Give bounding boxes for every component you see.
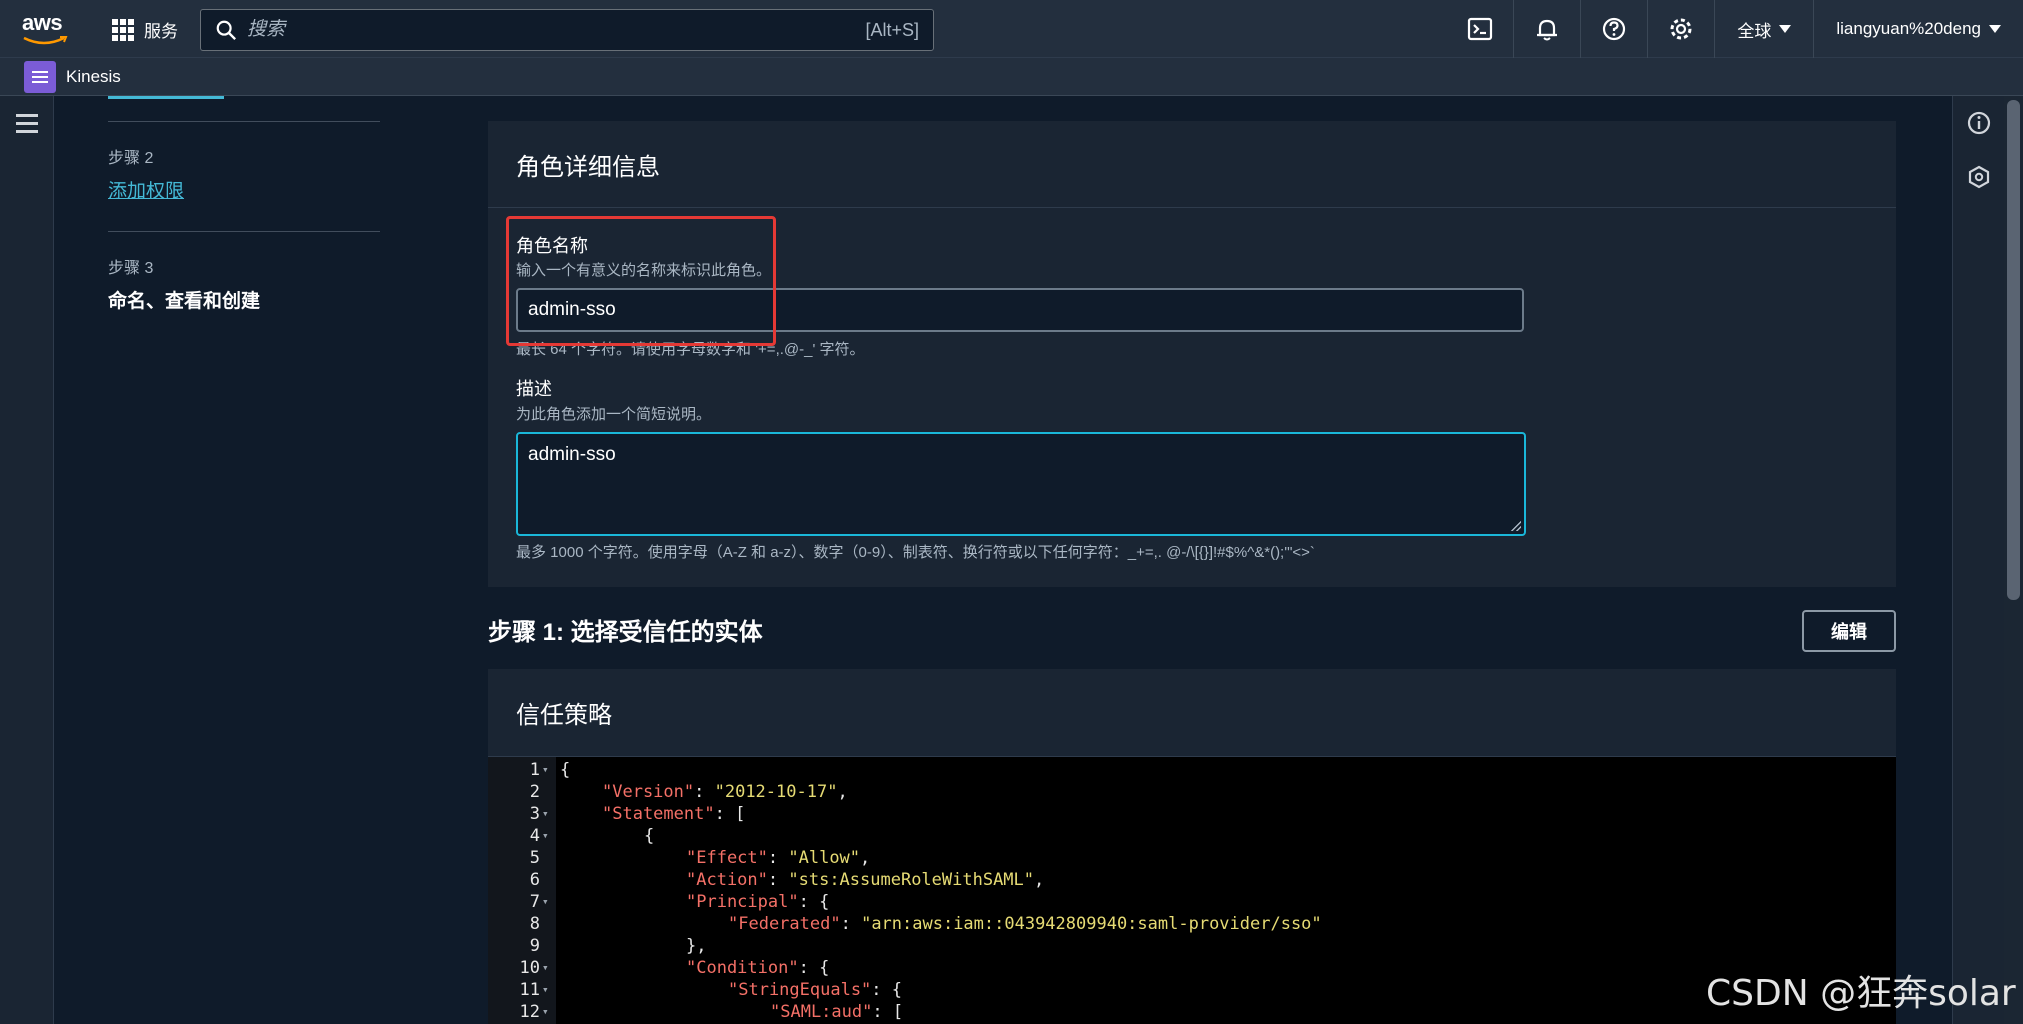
menu-icon[interactable] — [16, 114, 38, 138]
cloudshell-button[interactable] — [1446, 0, 1513, 58]
aws-smile-icon — [23, 36, 68, 45]
fold-toggle-icon[interactable]: ▾ — [542, 803, 549, 825]
region-label: 全球 — [1737, 21, 1772, 41]
bell-icon — [1537, 19, 1558, 41]
search-input[interactable] — [237, 18, 866, 42]
info-icon[interactable] — [1966, 110, 1992, 136]
step2-link[interactable]: 添加权限 — [108, 176, 380, 203]
tools-rail — [1952, 96, 2004, 1024]
scrollbar-thumb[interactable] — [2007, 100, 2020, 600]
role-details-panel: 角色详细信息 角色名称 输入一个有意义的名称来标识此角色。 admin-sso … — [488, 121, 1896, 587]
aws-logo[interactable]: aws — [22, 12, 70, 48]
terminal-icon — [1467, 17, 1492, 41]
description-hint: 最多 1000 个字符。使用字母（A-Z 和 a-z）、数字（0-9）、制表符、… — [516, 544, 1315, 561]
trust-policy-panel: 信任策略 { "Version": "2012-10-17", "Stateme… — [488, 669, 1896, 1024]
code-editor[interactable]: { "Version": "2012-10-17", "Statement": … — [488, 757, 1896, 1024]
top-navigation: aws 服务 [Alt+S] — [0, 0, 2023, 58]
fold-toggle-icon[interactable]: ▾ — [542, 1001, 549, 1023]
fold-toggle-icon[interactable]: ▾ — [542, 891, 549, 913]
help-button[interactable] — [1580, 0, 1647, 58]
step3-current: 命名、查看和创建 — [108, 291, 261, 312]
resize-handle-icon[interactable] — [1511, 521, 1521, 531]
wizard-steps: 步骤 2 添加权限 步骤 3 命名、查看和创建 — [108, 96, 380, 313]
services-label: 服务 — [144, 22, 178, 41]
step3-number: 步骤 3 — [108, 260, 154, 277]
user-label: liangyuan%20deng — [1836, 19, 1981, 38]
fold-toggle-icon[interactable]: ▾ — [542, 979, 549, 1001]
notifications-button[interactable] — [1513, 0, 1580, 58]
region-selector[interactable]: 全球 — [1714, 0, 1813, 58]
description-help: 为此角色添加一个简短说明。 — [516, 406, 712, 423]
description-textarea[interactable]: admin-sso — [516, 432, 1526, 536]
highlight-box — [506, 216, 776, 346]
watermark: CSDN @狂奔solar — [1706, 973, 2016, 1014]
edit-button[interactable]: 编辑 — [1802, 610, 1896, 652]
app-grid-icon — [112, 18, 134, 41]
fold-toggle-icon[interactable]: ▾ — [542, 825, 549, 847]
page-scrollbar[interactable] — [2004, 96, 2023, 1024]
step1-section-title: 步骤 1: 选择受信任的实体 — [488, 619, 763, 646]
gear-icon — [1670, 18, 1692, 40]
hexagon-settings-icon[interactable] — [1966, 164, 1992, 190]
search-shortcut: [Alt+S] — [865, 19, 919, 40]
service-shortcut-bar: Kinesis — [0, 58, 2023, 96]
description-value: admin-sso — [528, 444, 616, 465]
account-menu[interactable]: liangyuan%20deng — [1813, 0, 2023, 58]
caret-down-icon — [1989, 25, 2001, 33]
divider — [108, 121, 380, 122]
trust-policy-title: 信任策略 — [488, 669, 1896, 757]
search-icon — [216, 20, 237, 41]
side-nav-rail — [0, 96, 54, 1024]
search-box[interactable]: [Alt+S] — [200, 9, 934, 51]
kinesis-shortcut-label[interactable]: Kinesis — [66, 67, 121, 87]
role-details-title: 角色详细信息 — [488, 121, 1896, 208]
divider — [108, 231, 380, 232]
description-label: 描述 — [516, 379, 552, 399]
services-menu-button[interactable]: 服务 — [112, 17, 178, 42]
fold-toggle-icon[interactable]: ▾ — [542, 957, 549, 979]
help-icon — [1603, 17, 1626, 41]
settings-button[interactable] — [1647, 0, 1714, 58]
step2-number: 步骤 2 — [108, 150, 154, 167]
kinesis-icon[interactable] — [24, 60, 56, 93]
fold-toggle-icon[interactable]: ▾ — [542, 759, 549, 781]
step1-indicator — [108, 96, 224, 99]
caret-down-icon — [1779, 25, 1792, 33]
